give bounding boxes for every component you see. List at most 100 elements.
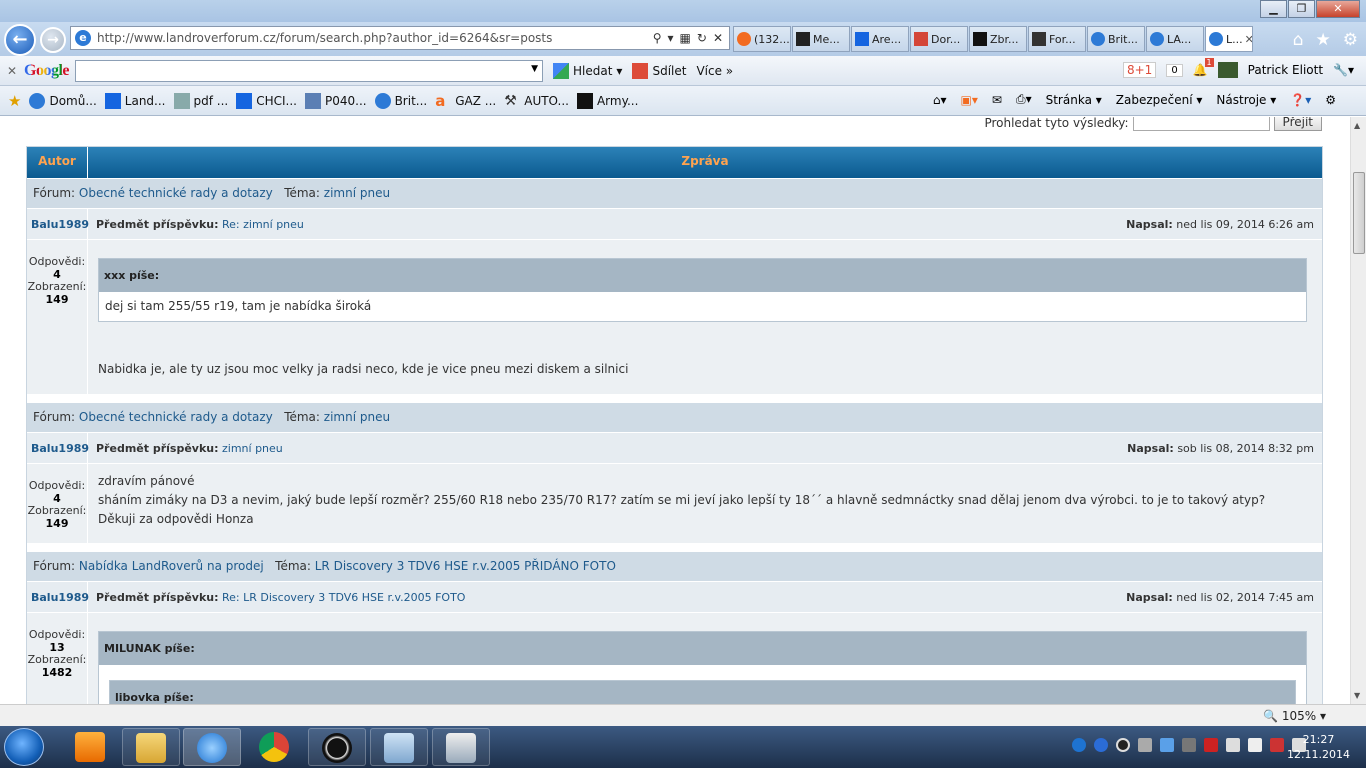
scroll-thumb[interactable] xyxy=(1353,172,1365,254)
app-tray-icon[interactable] xyxy=(1116,738,1130,752)
favorite-item[interactable]: pdf ... xyxy=(173,92,228,109)
favorite-item[interactable]: ⚒ AUTO... xyxy=(504,93,569,109)
browser-actions: ⌂ ★ ⚙ xyxy=(1293,30,1358,50)
help-icon[interactable]: ❓▾ xyxy=(1290,93,1311,107)
scroll-up-icon[interactable]: ▲ xyxy=(1354,121,1360,130)
forum-link[interactable]: Obecné technické rady a dotazy xyxy=(79,410,273,424)
search-go-button[interactable]: Přejít xyxy=(1273,117,1322,131)
subject-link[interactable]: zimní pneu xyxy=(222,442,283,455)
favorite-item[interactable]: P040... xyxy=(304,92,367,109)
subject: Předmět příspěvku: zimní pneu xyxy=(88,433,1127,463)
favorite-item[interactable]: Domů... xyxy=(29,92,97,109)
taskbar-ie[interactable] xyxy=(183,728,241,766)
scroll-down-icon[interactable]: ▼ xyxy=(1354,691,1360,700)
close-button[interactable]: ✕ xyxy=(1316,0,1360,18)
favorite-item[interactable]: CHCI... xyxy=(236,92,297,109)
start-button[interactable] xyxy=(4,728,44,766)
taskbar-app[interactable] xyxy=(308,728,366,766)
dropbox-icon[interactable] xyxy=(1160,738,1174,752)
tools-menu[interactable]: Nástroje ▾ xyxy=(1216,93,1276,107)
tab-8[interactable]: LA... xyxy=(1146,26,1204,52)
home-icon[interactable]: ⌂ xyxy=(1293,30,1304,50)
tab-4[interactable]: Dor... xyxy=(910,26,968,52)
terminal-icon xyxy=(446,733,476,763)
close-toolbar-icon[interactable]: ✕ xyxy=(0,64,24,78)
topic-link[interactable]: zimní pneu xyxy=(324,410,390,424)
tab-1[interactable]: (132... xyxy=(733,26,791,52)
page-menu[interactable]: Stránka ▾ xyxy=(1046,93,1102,107)
search-icon[interactable]: ⚲ xyxy=(653,31,662,45)
home-icon[interactable]: ⌂▾ xyxy=(933,93,947,107)
taskbar-media-player[interactable] xyxy=(62,728,120,766)
settings-gear-icon[interactable]: ⚙ xyxy=(1343,30,1358,50)
google-search-button[interactable]: Hledat ▾ xyxy=(553,62,622,79)
page-content: Prohledat tyto výsledky: Přejít Autor Zp… xyxy=(0,117,1350,704)
print-icon[interactable]: ⎙▾ xyxy=(1016,92,1032,107)
plusone-button[interactable]: 8+1 xyxy=(1122,62,1157,78)
close-tab-icon[interactable]: ✕ xyxy=(1245,33,1252,46)
stop-icon[interactable]: ✕ xyxy=(713,31,723,45)
window-controls: ▁ ❐ ✕ xyxy=(1259,0,1360,18)
rss-icon[interactable]: ▣▾ xyxy=(961,93,978,107)
search-results-label: Prohledat tyto výsledky: xyxy=(984,117,1129,130)
url-text[interactable]: http://www.landroverforum.cz/forum/searc… xyxy=(97,31,653,45)
search-results-input[interactable] xyxy=(1132,117,1270,131)
subject-link[interactable]: Re: zimní pneu xyxy=(222,218,304,231)
compat-view-icon[interactable]: ▦ xyxy=(680,31,691,45)
taskbar-calculator[interactable] xyxy=(370,728,428,766)
zoom-control[interactable]: 🔍 105% ▾ xyxy=(1263,709,1326,723)
ie-tray-icon[interactable] xyxy=(1072,738,1086,752)
favorite-item[interactable]: Land... xyxy=(104,92,166,109)
chevron-down-icon[interactable]: ▼ xyxy=(531,64,538,74)
more-button[interactable]: Více » xyxy=(696,64,733,78)
favorite-item[interactable]: Army... xyxy=(576,92,638,109)
tab-6[interactable]: For... xyxy=(1028,26,1086,52)
tab-active[interactable]: L... ✕ xyxy=(1205,26,1253,52)
favorites-star-icon[interactable]: ★ xyxy=(1316,30,1331,50)
security-menu[interactable]: Zabezpečení ▾ xyxy=(1116,93,1203,107)
tab-5[interactable]: Zbr... xyxy=(969,26,1027,52)
share-button[interactable]: Sdílet xyxy=(632,62,686,79)
back-button[interactable]: ← xyxy=(4,24,36,56)
topic-link[interactable]: LR Discovery 3 TDV6 HSE r.v.2005 PŘIDÁNO… xyxy=(315,559,616,573)
lightning-icon[interactable] xyxy=(1094,738,1108,752)
google-search-input[interactable]: ▼ xyxy=(75,59,543,82)
address-bar[interactable]: e http://www.landroverforum.cz/forum/sea… xyxy=(70,26,730,50)
page-scrollbar[interactable]: ▲ ▼ xyxy=(1350,117,1366,704)
author-link[interactable]: Balu1989 xyxy=(27,582,89,612)
topic-link[interactable]: zimní pneu xyxy=(324,186,390,200)
tab-3[interactable]: Are... xyxy=(851,26,909,52)
tab-7[interactable]: Brit... xyxy=(1087,26,1145,52)
forum-link[interactable]: Nabídka LandRoverů na prodej xyxy=(79,559,264,573)
action-center-icon[interactable] xyxy=(1270,738,1284,752)
notification-bell-icon[interactable]: 🔔 1 xyxy=(1193,58,1214,77)
refresh-icon[interactable]: ↻ xyxy=(697,31,707,45)
minimize-button[interactable]: ▁ xyxy=(1260,0,1287,18)
favorites-star-icon[interactable]: ★ xyxy=(8,92,21,110)
subject-link[interactable]: Re: LR Discovery 3 TDV6 HSE r.v.2005 FOT… xyxy=(222,591,465,604)
restore-button[interactable]: ❐ xyxy=(1288,0,1315,18)
clock[interactable]: 21:27 12.11.2014 xyxy=(1287,732,1350,762)
network-icon[interactable] xyxy=(1248,738,1262,752)
user-name[interactable]: Patrick Eliott xyxy=(1248,63,1323,77)
taskbar-cmd[interactable] xyxy=(432,728,490,766)
taskbar-explorer[interactable] xyxy=(122,728,180,766)
device-icon[interactable] xyxy=(1226,738,1240,752)
flag-icon[interactable] xyxy=(1182,738,1196,752)
forum-link[interactable]: Obecné technické rady a dotazy xyxy=(79,186,273,200)
dropdown-icon[interactable]: ▾ xyxy=(668,31,674,45)
favorite-item[interactable]: a GAZ ... xyxy=(435,93,496,109)
wrench-icon[interactable]: 🔧▾ xyxy=(1333,63,1354,77)
avatar[interactable] xyxy=(1217,62,1238,78)
favorite-item[interactable]: Brit... xyxy=(374,92,427,109)
monitor-icon[interactable] xyxy=(1138,738,1152,752)
forward-button[interactable]: → xyxy=(40,27,66,53)
mail-icon[interactable]: ✉ xyxy=(992,93,1002,107)
research-icon[interactable]: ⚙ xyxy=(1325,93,1336,107)
taskbar-chrome[interactable] xyxy=(246,728,304,766)
author-link[interactable]: Balu1989 xyxy=(27,433,89,463)
adobe-icon[interactable] xyxy=(1204,738,1218,752)
post-message: MILUNAK píše: libovka píše: xyxy=(88,613,1322,704)
tab-2[interactable]: Me... xyxy=(792,26,850,52)
author-link[interactable]: Balu1989 xyxy=(27,209,89,239)
